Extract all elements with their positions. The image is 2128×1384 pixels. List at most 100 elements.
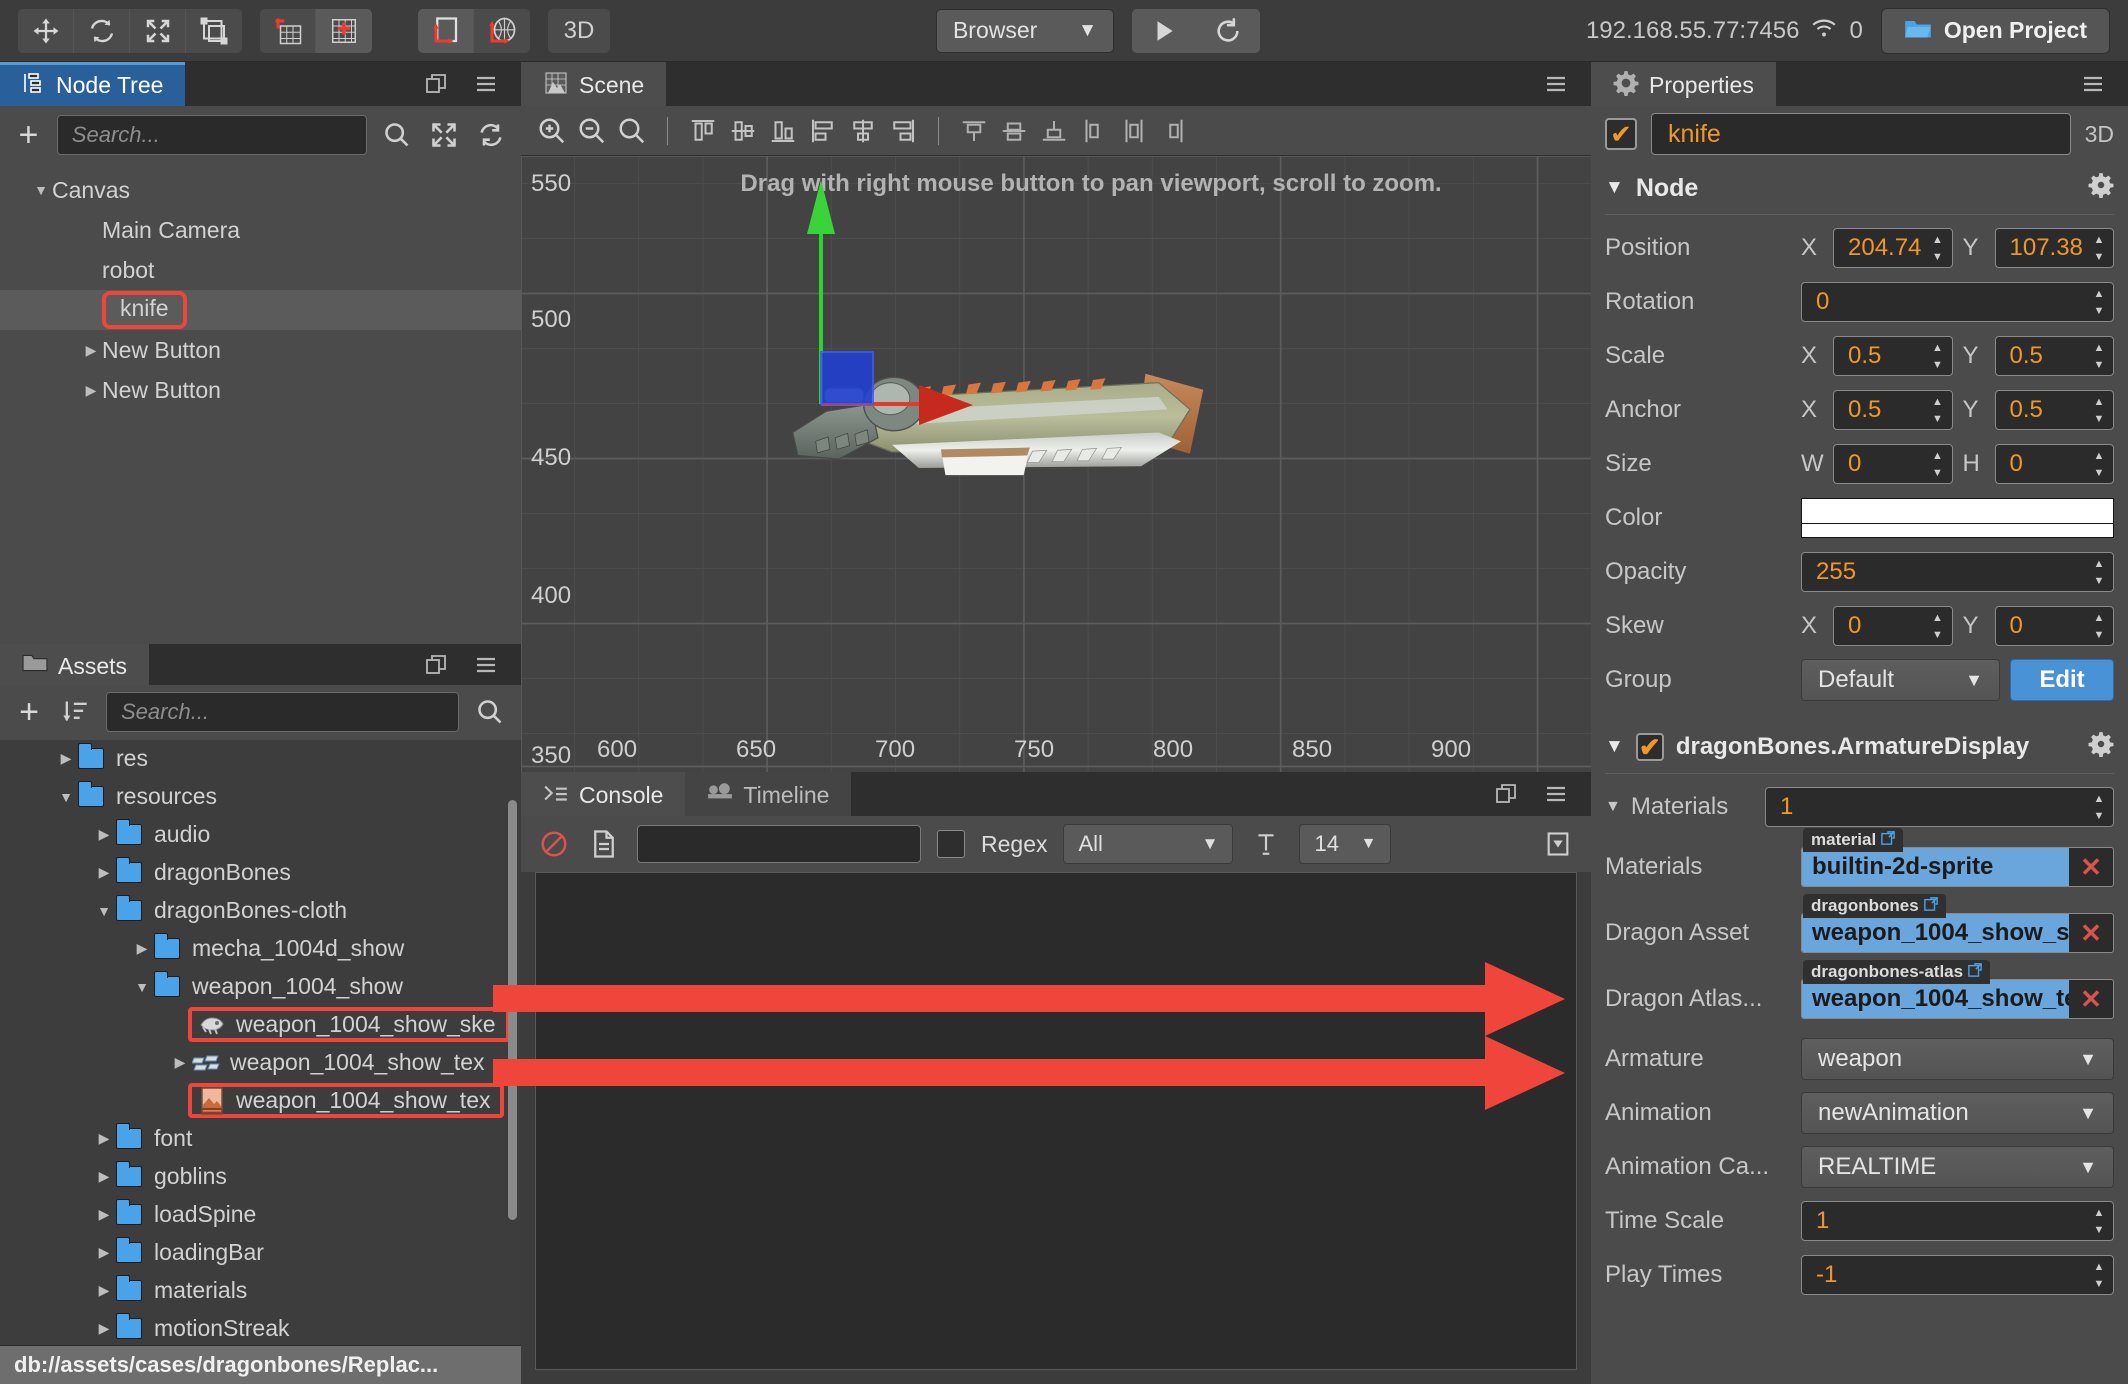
log-level-select[interactable]: All ▼	[1063, 824, 1234, 864]
open-project-button[interactable]: Open Project	[1880, 7, 2110, 54]
asset-tree-item[interactable]: ▶ weapon_1004_show_tex	[0, 1044, 521, 1082]
chevron-right-icon[interactable]: ▶	[80, 382, 102, 399]
chevron-right-icon[interactable]: ▶	[54, 750, 78, 767]
align-hcenter-icon[interactable]	[846, 114, 880, 148]
chevron-right-icon[interactable]: ▶	[92, 864, 116, 881]
materials-count-stepper[interactable]: ▲ ▼	[2088, 790, 2110, 824]
distribute-bottom-icon[interactable]	[1037, 114, 1071, 148]
position-y-input[interactable]: 107.38 ▲ ▼	[1994, 228, 2114, 268]
asset-tree-item[interactable]: ▶ loadingBar	[0, 1234, 521, 1272]
asset-tree-item[interactable]: ▶ motionStreak	[0, 1310, 521, 1345]
armature-enabled-checkbox[interactable]	[1635, 733, 1664, 761]
tab-console[interactable]: Console	[521, 772, 686, 816]
local-coord-tool-icon[interactable]	[418, 8, 474, 53]
chevron-down-icon[interactable]: ▼	[92, 903, 116, 919]
group-edit-button[interactable]: Edit	[2010, 659, 2114, 701]
external-link-icon[interactable]	[1923, 896, 1938, 916]
asset-tree-item[interactable]: ▶ res	[0, 740, 521, 778]
chevron-right-icon[interactable]: ▶	[80, 342, 102, 359]
align-right-icon[interactable]	[886, 114, 920, 148]
distribute-center-icon[interactable]	[1117, 114, 1151, 148]
node-enabled-checkbox[interactable]	[1605, 118, 1637, 150]
zoom-in-icon[interactable]	[535, 114, 569, 148]
anchor-x-input[interactable]: 0.5 ▲ ▼	[1833, 390, 1953, 430]
tab-timeline[interactable]: Timeline	[685, 772, 852, 816]
distribute-middle-icon[interactable]	[997, 114, 1031, 148]
materials-count-input[interactable]: 1 ▲ ▼	[1765, 787, 2114, 827]
asset-tree-item[interactable]: ▶ audio	[0, 816, 521, 854]
dimension-toggle-button[interactable]: 3D	[548, 8, 610, 53]
gear-icon[interactable]	[2088, 731, 2114, 764]
scale-y-input[interactable]: 0.5 ▲ ▼	[1994, 336, 2114, 376]
node-section-header[interactable]: ▼ Node	[1591, 162, 2128, 214]
assets-scrollbar[interactable]	[508, 799, 517, 1220]
asset-tree-item[interactable]: ▶ goblins	[0, 1158, 521, 1196]
node-tree-item[interactable]: ▼ Canvas	[0, 170, 521, 210]
global-coord-tool-icon[interactable]	[474, 8, 530, 53]
distribute-left-icon[interactable]	[1077, 114, 1111, 148]
chevron-right-icon[interactable]: ▶	[92, 826, 116, 843]
chevron-right-icon[interactable]: ▶	[92, 1282, 116, 1299]
menu-icon[interactable]	[1539, 67, 1573, 101]
clear-console-icon[interactable]	[537, 827, 571, 861]
add-node-button[interactable]: +	[14, 118, 43, 152]
log-file-icon[interactable]	[587, 827, 621, 861]
chevron-right-icon[interactable]: ▶	[92, 1320, 116, 1337]
node-search-input[interactable]	[71, 122, 353, 148]
node-tree-item[interactable]: Main Camera	[0, 210, 521, 250]
time-scale-input[interactable]: 1 ▲ ▼	[1801, 1201, 2114, 1241]
dragon-atlas-body[interactable]: weapon_1004_show_tex ✕	[1801, 979, 2114, 1019]
position-y-stepper[interactable]: ▲ ▼	[2088, 231, 2110, 265]
position-x-input[interactable]: 204.74 ▲ ▼	[1833, 228, 1953, 268]
tab-properties[interactable]: Properties	[1591, 62, 1776, 106]
play-button[interactable]	[1131, 8, 1196, 53]
color-swatch[interactable]	[1801, 498, 2114, 538]
skew-y-stepper[interactable]: ▲ ▼	[2088, 609, 2110, 643]
asset-tree-item[interactable]: ▶ materials	[0, 1272, 521, 1310]
play-times-input[interactable]: -1 ▲ ▼	[1801, 1255, 2114, 1295]
node-search-box[interactable]	[56, 115, 368, 155]
scene-viewport[interactable]: Drag with right mouse button to pan view…	[521, 156, 1591, 772]
size-h-input[interactable]: 0 ▲ ▼	[1994, 444, 2114, 484]
regex-checkbox[interactable]	[937, 830, 965, 858]
skew-x-input[interactable]: 0 ▲ ▼	[1833, 606, 1953, 646]
menu-icon[interactable]	[469, 67, 503, 101]
menu-icon[interactable]	[469, 648, 503, 682]
distribute-top-icon[interactable]	[957, 114, 991, 148]
search-icon[interactable]	[473, 695, 507, 729]
opacity-input[interactable]: 255 ▲ ▼	[1801, 552, 2114, 592]
search-icon[interactable]	[381, 118, 414, 152]
chevron-down-icon[interactable]: ▼	[130, 979, 154, 995]
tab-scene[interactable]: Scene	[521, 62, 667, 106]
sort-icon[interactable]	[58, 695, 92, 729]
skew-y-input[interactable]: 0 ▲ ▼	[1994, 606, 2114, 646]
node-name-field[interactable]: knife	[1651, 113, 2071, 155]
asset-tree-item[interactable]: ▼ weapon_1004_show	[0, 968, 521, 1006]
chevron-down-icon[interactable]: ▼	[1605, 798, 1621, 816]
anchor-y-input[interactable]: 0.5 ▲ ▼	[1994, 390, 2114, 430]
node-tree-item[interactable]: ▶ New Button	[0, 370, 521, 410]
materials-clear-icon[interactable]: ✕	[2069, 852, 2113, 883]
align-bottom-icon[interactable]	[766, 114, 800, 148]
chevron-right-icon[interactable]: ▶	[92, 1244, 116, 1261]
rotate-tool-icon[interactable]	[74, 8, 130, 53]
materials-asset-field[interactable]: material builtin-2d-sprite ✕	[1801, 828, 2114, 887]
knife-sprite[interactable]	[751, 356, 1371, 516]
dragon-atlas-clear-icon[interactable]: ✕	[2069, 984, 2113, 1015]
refresh-button[interactable]	[1195, 8, 1260, 53]
popout-icon[interactable]	[1489, 777, 1523, 811]
pivot-pos-tool-icon[interactable]	[316, 8, 372, 53]
console-filter-input[interactable]	[637, 825, 921, 863]
animation-cache-select[interactable]: REALTIME ▼	[1801, 1146, 2114, 1188]
console-output[interactable]	[535, 872, 1577, 1370]
external-link-icon[interactable]	[1968, 962, 1982, 982]
distribute-right-icon[interactable]	[1157, 114, 1191, 148]
rect-tool-icon[interactable]	[186, 8, 242, 53]
time-scale-stepper[interactable]: ▲ ▼	[2088, 1204, 2110, 1238]
asset-tree-item[interactable]: weapon_1004_show_tex	[0, 1082, 521, 1120]
align-left-icon[interactable]	[806, 114, 840, 148]
animation-select[interactable]: newAnimation ▼	[1801, 1092, 2114, 1134]
size-h-stepper[interactable]: ▲ ▼	[2088, 447, 2110, 481]
font-size-select[interactable]: 14 ▼	[1299, 824, 1392, 864]
gear-icon[interactable]	[2088, 172, 2114, 205]
